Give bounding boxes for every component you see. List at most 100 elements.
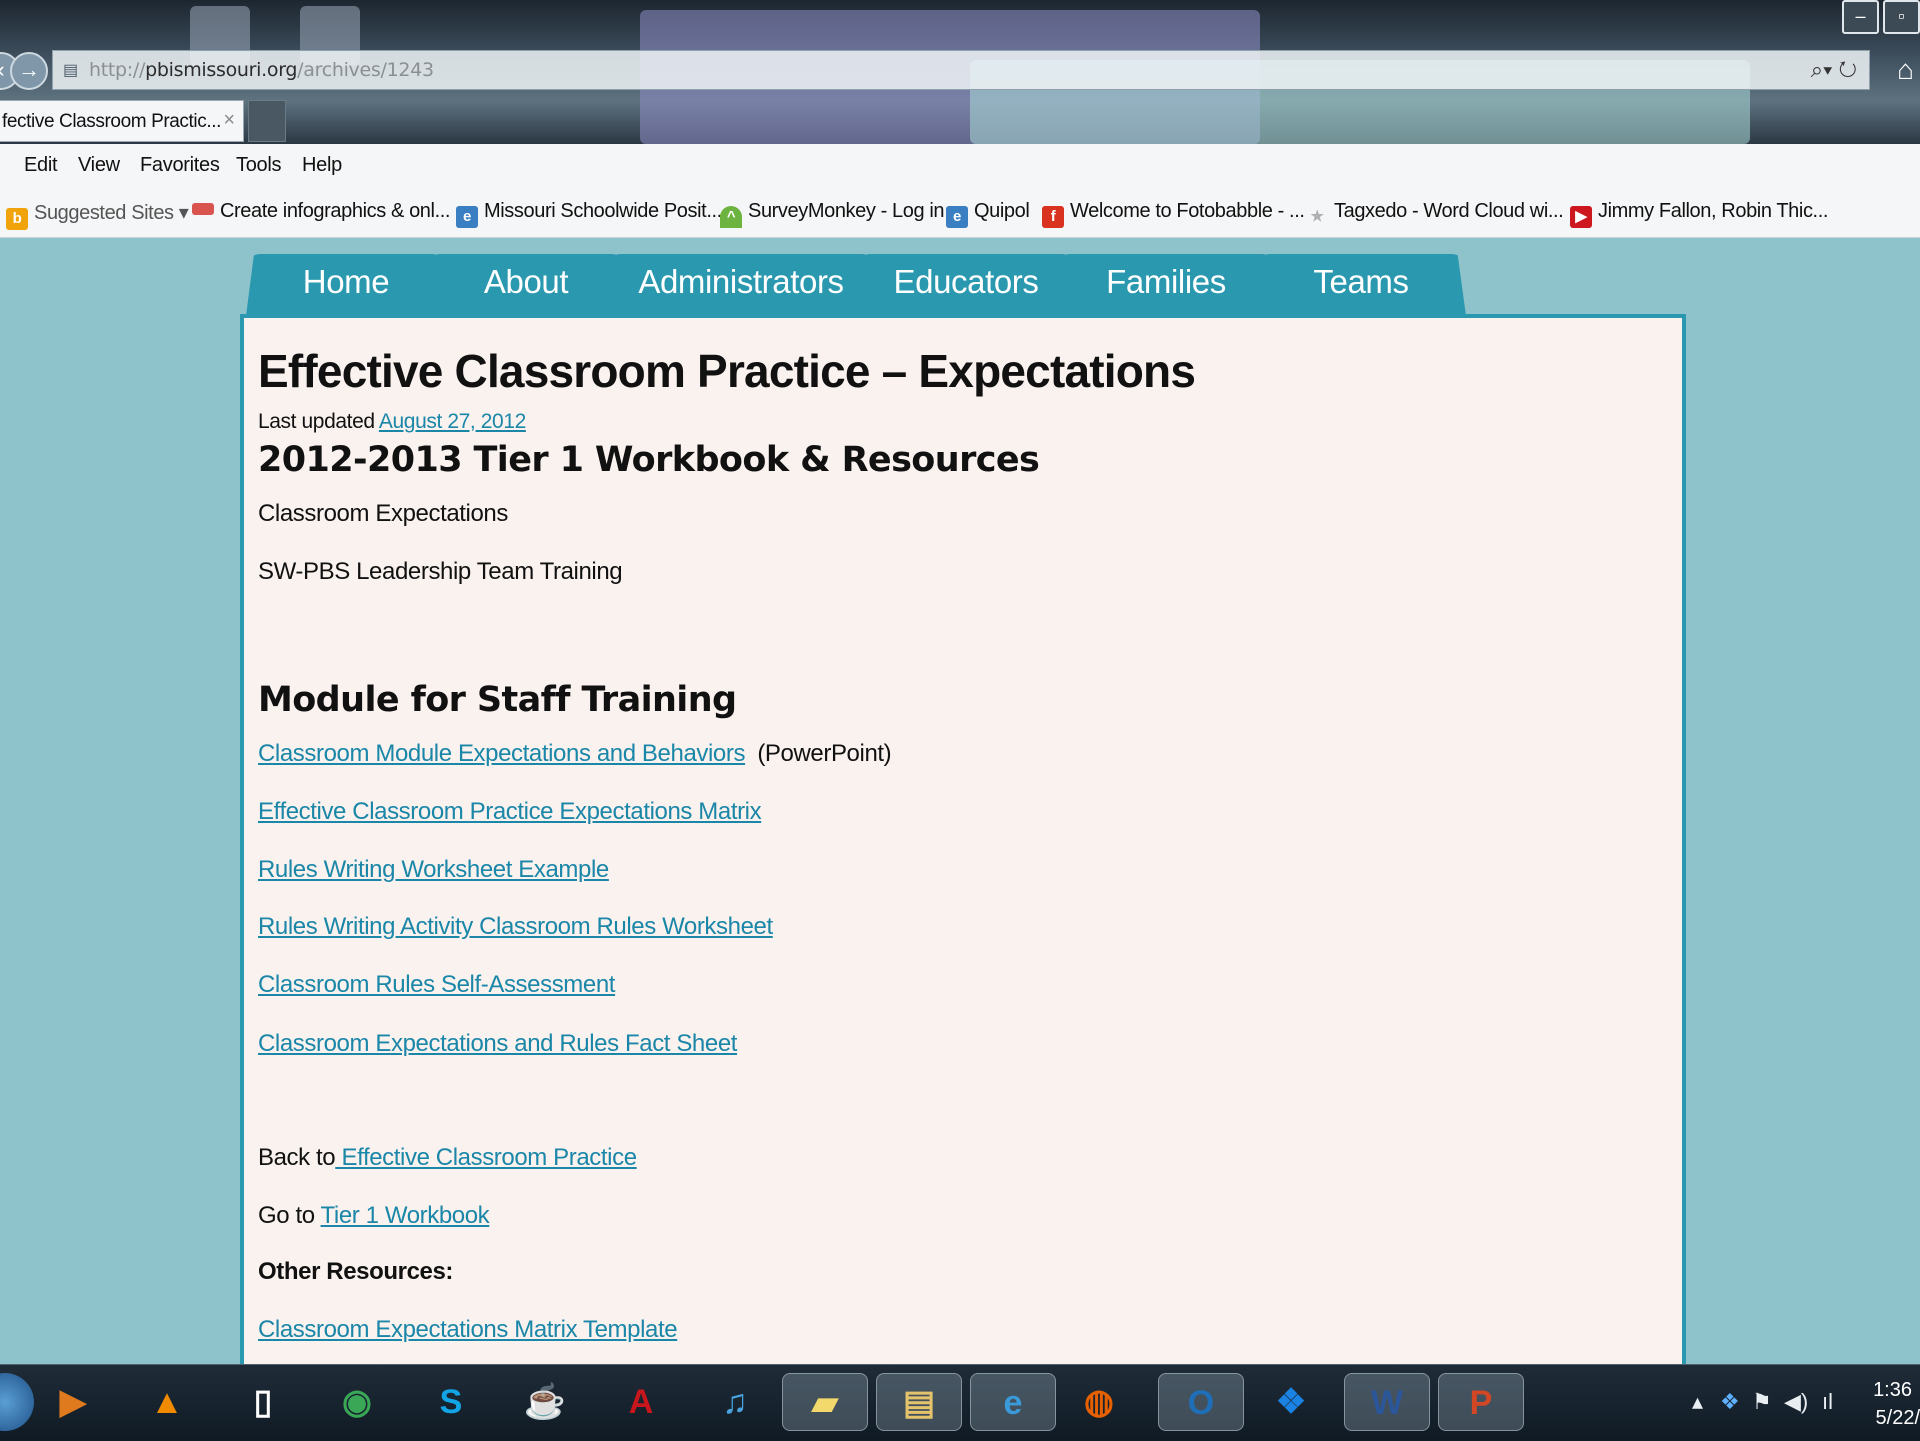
fav-label: SurveyMonkey - Log in: [748, 200, 945, 222]
list-item: Classroom Expectations: [258, 500, 508, 527]
goto-link[interactable]: Tier 1 Workbook: [321, 1202, 490, 1229]
search-icon[interactable]: ⌕▾: [1811, 57, 1833, 82]
module-link[interactable]: Classroom Expectations and Rules Fact Sh…: [258, 1030, 737, 1058]
chrome-icon-glyph: ◉: [342, 1383, 372, 1421]
go-to-row: Go to Tier 1 Workbook: [258, 1202, 490, 1230]
show-hidden-icons[interactable]: ▴: [1692, 1389, 1703, 1415]
menu-tools[interactable]: Tools: [236, 154, 282, 177]
browser-tab[interactable]: fective Classroom Practic... ×: [0, 100, 244, 142]
start-button[interactable]: [0, 1373, 34, 1431]
url-domain: pbismissouri.org: [145, 59, 298, 81]
firefox-icon[interactable]: ◍: [1070, 1373, 1128, 1431]
minimize-button[interactable]: –: [1842, 0, 1879, 34]
outlook-icon-glyph: O: [1187, 1384, 1215, 1422]
sticky-notes-icon-glyph: ▰: [811, 1384, 839, 1422]
skype-icon[interactable]: S: [422, 1373, 480, 1431]
powerpoint-icon[interactable]: P: [1438, 1373, 1524, 1431]
last-updated-label: Last updated: [258, 410, 375, 433]
infographic-icon: [192, 203, 214, 215]
fav-label: Suggested Sites ▾: [34, 202, 189, 224]
sticky-notes-icon[interactable]: ▰: [782, 1373, 868, 1431]
internet-explorer-icon[interactable]: e: [970, 1373, 1056, 1431]
clock-time[interactable]: 1:36: [1873, 1379, 1912, 1402]
page-title: Effective Classroom Practice – Expectati…: [258, 345, 1196, 397]
nav-teams[interactable]: Teams: [1256, 254, 1466, 316]
last-updated-date-link[interactable]: August 27, 2012: [379, 410, 526, 433]
other-resource-link[interactable]: Classroom Expectations Matrix Template: [258, 1316, 678, 1344]
back-prefix: Back to: [258, 1144, 336, 1171]
menu-help[interactable]: Help: [302, 154, 342, 177]
module-link[interactable]: Effective Classroom Practice Expectation…: [258, 798, 762, 826]
home-icon[interactable]: ⌂: [1897, 54, 1914, 86]
fav-fotobabble[interactable]: f Welcome to Fotobabble - ...: [1042, 200, 1305, 228]
forward-icon[interactable]: →: [10, 52, 48, 90]
star-icon: ★: [1310, 208, 1324, 225]
media-player-icon[interactable]: ▶: [44, 1373, 102, 1431]
word-icon-glyph: W: [1370, 1384, 1404, 1422]
site-navigation: Home About Administrators Educators Fami…: [246, 254, 1496, 316]
fav-quipol[interactable]: e Quipol: [946, 200, 1030, 228]
module-link[interactable]: Rules Writing Activity Classroom Rules W…: [258, 913, 773, 941]
fav-create-infographics[interactable]: Create infographics & onl...: [192, 200, 450, 223]
word-icon[interactable]: W: [1344, 1373, 1430, 1431]
vlc-icon-glyph: ▲: [150, 1383, 184, 1421]
new-tab-button[interactable]: [248, 100, 286, 142]
nav-administrators[interactable]: Administrators: [606, 254, 876, 316]
fav-youtube[interactable]: ▶ Jimmy Fallon, Robin Thic...: [1570, 200, 1828, 228]
firefox-icon-glyph: ◍: [1084, 1383, 1114, 1421]
fav-missouri-schoolwide[interactable]: e Missouri Schoolwide Posit...: [456, 200, 722, 228]
bing-icon: b: [6, 208, 28, 230]
fav-surveymonkey[interactable]: ^ SurveyMonkey - Log in: [720, 200, 945, 228]
outlook-icon[interactable]: O: [1158, 1373, 1244, 1431]
maximize-button[interactable]: ▫: [1883, 0, 1920, 34]
address-bar[interactable]: ▤ http://pbismissouri.org/archives/1243 …: [52, 50, 1870, 90]
refresh-icon[interactable]: ↻: [1838, 57, 1857, 82]
clock-date[interactable]: 5/22/: [1876, 1407, 1920, 1430]
ie-page-icon: e: [456, 206, 478, 228]
url-path: /archives/1243: [297, 59, 434, 81]
file-explorer-icon[interactable]: ▤: [876, 1373, 962, 1431]
dropbox-tray-icon[interactable]: ❖: [1720, 1389, 1740, 1415]
nav-about[interactable]: About: [426, 254, 626, 316]
menu-edit[interactable]: Edit: [24, 154, 58, 177]
nav-families[interactable]: Families: [1056, 254, 1276, 316]
url-prefix: http://: [89, 59, 146, 81]
facebook-icon: f: [1042, 206, 1064, 228]
acrobat-icon[interactable]: A: [612, 1373, 670, 1431]
vlc-icon[interactable]: ▲: [138, 1373, 196, 1431]
page-icon: ▤: [63, 62, 79, 79]
other-resources-label: Other Resources:: [258, 1258, 453, 1285]
menu-bar: Edit View Favorites Tools Help: [0, 144, 1920, 188]
address-url[interactable]: http://pbismissouri.org/archives/1243: [89, 59, 434, 81]
nav-educators[interactable]: Educators: [856, 254, 1076, 316]
menu-favorites[interactable]: Favorites: [140, 154, 220, 177]
dropbox-icon-glyph: ❖: [1275, 1383, 1307, 1421]
fav-tagxedo[interactable]: ★ Tagxedo - Word Cloud wi...: [1306, 200, 1563, 228]
taskbar: ▶ ▲ ▯ ◉ S ☕ A ♫ ▰ ▤ e ◍ O ❖ W P ▴ ❖ ⚑ ◀) ıl 1:36 5/22/: [0, 1364, 1920, 1441]
surveymonkey-icon: ^: [720, 206, 742, 228]
java-icon[interactable]: ☕: [516, 1373, 574, 1431]
fav-suggested-sites[interactable]: b Suggested Sites ▾: [6, 200, 189, 230]
close-icon[interactable]: ×: [223, 109, 235, 132]
dropbox-icon[interactable]: ❖: [1262, 1373, 1320, 1431]
itunes-icon[interactable]: ♫: [706, 1373, 764, 1431]
document-icon-glyph: ▯: [253, 1383, 273, 1421]
volume-icon[interactable]: ◀): [1784, 1389, 1808, 1415]
nav-home[interactable]: Home: [246, 254, 446, 316]
internet-explorer-icon-glyph: e: [1003, 1384, 1023, 1422]
itunes-icon-glyph: ♫: [722, 1383, 748, 1421]
back-link[interactable]: Effective Classroom Practice: [335, 1144, 638, 1171]
flag-icon[interactable]: ⚑: [1752, 1389, 1772, 1415]
ie-page-icon: e: [946, 206, 968, 228]
tab-title: fective Classroom Practic...: [2, 111, 221, 132]
file-explorer-icon-glyph: ▤: [902, 1384, 936, 1422]
menu-view[interactable]: View: [78, 154, 120, 177]
skype-icon-glyph: S: [439, 1383, 463, 1421]
document-icon[interactable]: ▯: [234, 1373, 292, 1431]
module-link[interactable]: Classroom Rules Self-Assessment: [258, 971, 615, 999]
chrome-icon[interactable]: ◉: [328, 1373, 386, 1431]
network-icon[interactable]: ıl: [1822, 1389, 1833, 1415]
link-note: (PowerPoint): [751, 740, 892, 767]
module-link[interactable]: Classroom Module Expectations and Behavi…: [258, 740, 745, 767]
module-link[interactable]: Rules Writing Worksheet Example: [258, 856, 609, 884]
